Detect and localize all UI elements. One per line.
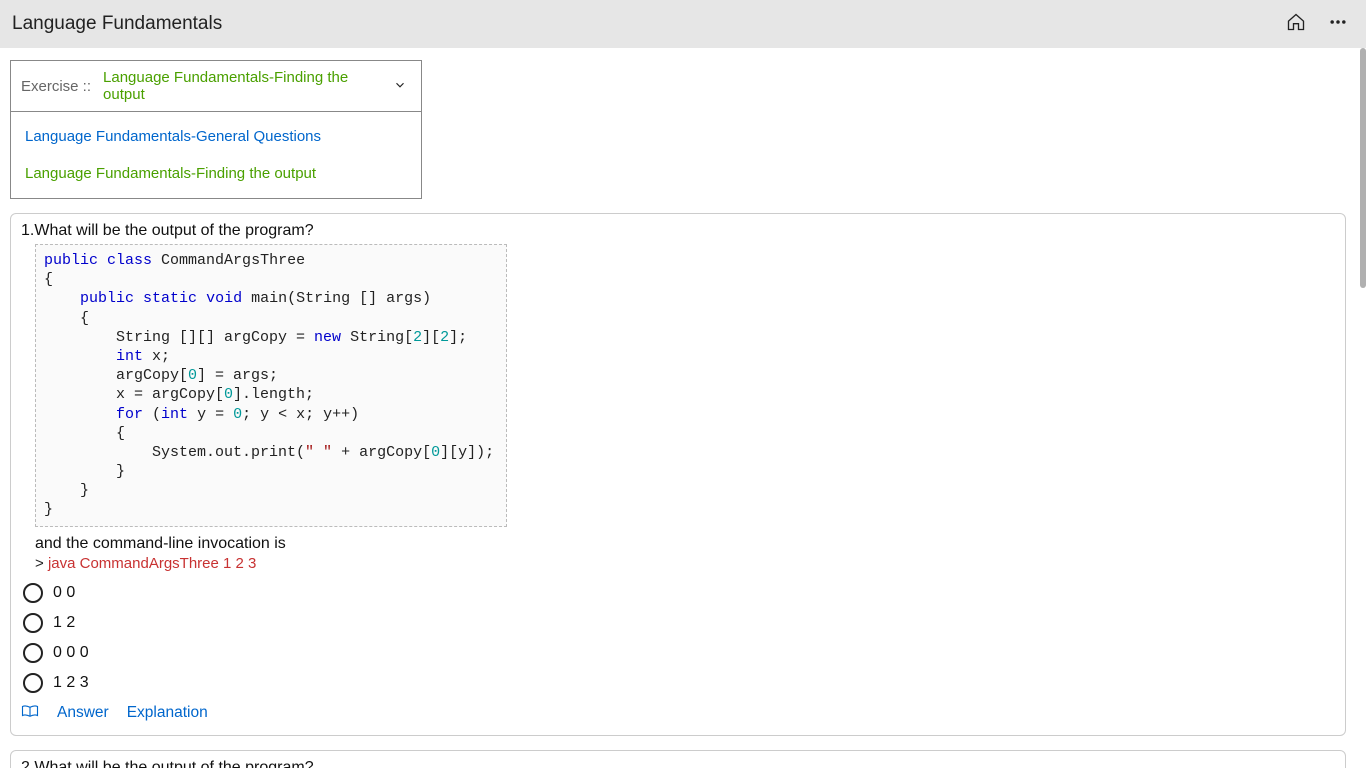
content-area: Exercise :: Language Fundamentals-Findin… xyxy=(0,48,1356,768)
option-row[interactable]: 1 2 3 xyxy=(23,668,1335,698)
option-row[interactable]: 0 0 0 xyxy=(23,638,1335,668)
radio-icon[interactable] xyxy=(23,583,43,603)
option-label: 0 0 xyxy=(53,584,75,602)
explanation-link[interactable]: Explanation xyxy=(127,704,208,722)
header-actions xyxy=(1286,12,1354,37)
exercise-selector-list: Language Fundamentals-General Questions … xyxy=(11,112,421,198)
exercise-selector: Exercise :: Language Fundamentals-Findin… xyxy=(10,60,422,199)
radio-icon[interactable] xyxy=(23,613,43,633)
question-1-prompt: What will be the output of the program? xyxy=(34,222,313,239)
option-row[interactable]: 0 0 xyxy=(23,578,1335,608)
option-row[interactable]: 1 2 xyxy=(23,608,1335,638)
scrollbar[interactable] xyxy=(1360,48,1366,288)
book-icon xyxy=(21,704,39,723)
question-2-prompt: What will be the output of the program? xyxy=(34,759,313,768)
question-1-options: 0 0 1 2 0 0 0 1 2 3 xyxy=(23,578,1335,698)
question-1-code: public class CommandArgsThree { public s… xyxy=(35,244,507,527)
question-card-1: 1.What will be the output of the program… xyxy=(10,213,1346,736)
option-label: 1 2 xyxy=(53,614,75,632)
radio-icon[interactable] xyxy=(23,643,43,663)
selector-item-finding-output[interactable]: Language Fundamentals-Finding the output xyxy=(11,155,421,192)
chevron-down-icon xyxy=(389,78,411,95)
question-1-cmd-note: and the command-line invocation is xyxy=(35,535,1335,553)
question-card-2: 2.What will be the output of the program… xyxy=(10,750,1346,768)
answer-row: Answer Explanation xyxy=(21,704,1335,723)
answer-link[interactable]: Answer xyxy=(57,704,109,722)
more-icon[interactable] xyxy=(1328,12,1348,37)
selector-item-general-questions[interactable]: Language Fundamentals-General Questions xyxy=(11,118,421,155)
question-1-cmd-line: > java CommandArgsThree 1 2 3 xyxy=(35,555,1335,572)
exercise-selector-label: Exercise :: xyxy=(21,78,91,95)
cmd-prefix: > xyxy=(35,555,48,572)
question-2-title: 2.What will be the output of the program… xyxy=(21,759,1335,768)
exercise-selector-current: Language Fundamentals-Finding the output xyxy=(97,69,389,103)
exercise-selector-head[interactable]: Exercise :: Language Fundamentals-Findin… xyxy=(11,61,421,112)
question-1-number: 1. xyxy=(21,222,34,239)
question-2-number: 2. xyxy=(21,759,34,768)
cmd-text: java CommandArgsThree 1 2 3 xyxy=(48,555,256,572)
home-icon[interactable] xyxy=(1286,12,1306,37)
option-label: 1 2 3 xyxy=(53,674,89,692)
page-title: Language Fundamentals xyxy=(12,13,222,35)
radio-icon[interactable] xyxy=(23,673,43,693)
question-1-title: 1.What will be the output of the program… xyxy=(21,222,1335,240)
app-header: Language Fundamentals xyxy=(0,0,1366,48)
option-label: 0 0 0 xyxy=(53,644,89,662)
